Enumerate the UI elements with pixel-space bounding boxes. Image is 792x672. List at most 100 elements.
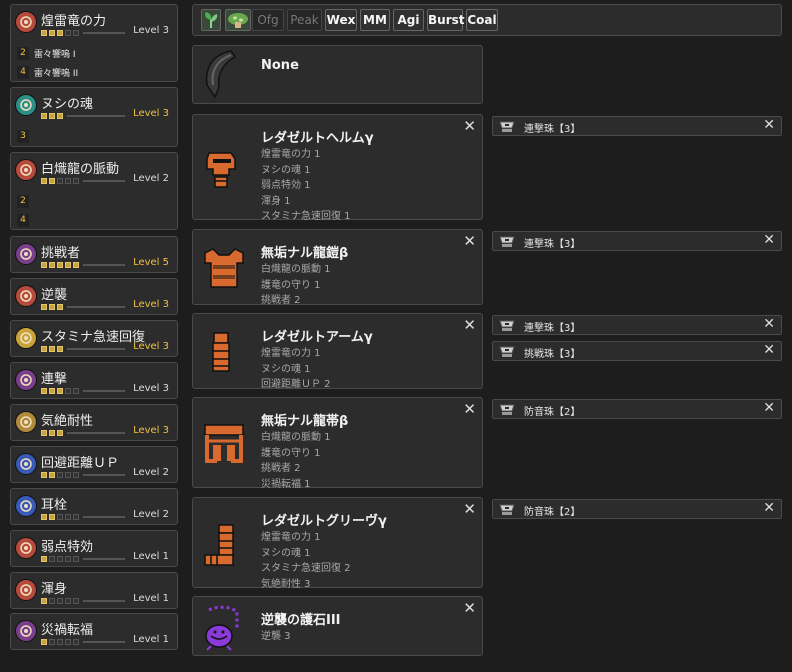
- level-pip: [41, 178, 47, 184]
- level-pip: [49, 262, 55, 268]
- level-pip: [49, 430, 55, 436]
- remove-decoration-button[interactable]: ✕: [763, 343, 775, 358]
- remove-armor-button[interactable]: ✕: [463, 601, 476, 616]
- armor-card[interactable]: レダゼルトグリーヴγ 煌雷竜の力 1 ヌシの魂 1 スタミナ急速回復 2 気絶耐性 3…: [192, 497, 483, 590]
- decoration-slot[interactable]: 防音珠【2】 ✕: [492, 499, 782, 519]
- level-pip: [41, 113, 47, 119]
- armor-card[interactable]: レダゼルトヘルムγ 煌雷竜の力 1 ヌシの魂 1 弱点特効 1 渾身 1 スタミナ急速回…: [192, 114, 483, 222]
- skill-card[interactable]: 白熾龍の脈動 Level 2 2 4: [10, 152, 178, 230]
- level-pip: [49, 346, 55, 352]
- armor-card[interactable]: 無垢ナル龍鎧β 白熾龍の脈動 1 護竜の守り 1 挑戦者 2 ✕: [192, 229, 483, 306]
- level-bar-track: [83, 641, 125, 643]
- filter-button-peak[interactable]: Peak: [287, 9, 322, 31]
- decoration-slot[interactable]: 防音珠【2】 ✕: [492, 399, 782, 419]
- level-pip: [57, 346, 63, 352]
- skill-level-label: Level 2: [133, 467, 169, 478]
- decoration-slot[interactable]: 挑戦珠【3】 ✕: [492, 341, 782, 361]
- filter-button-mm[interactable]: MM: [360, 9, 390, 31]
- decoration-slot-size: 4: [17, 65, 29, 79]
- skill-level-label: Level 3: [133, 341, 169, 352]
- remove-decoration-button[interactable]: ✕: [763, 317, 775, 332]
- level-pip: [73, 262, 79, 268]
- armor-card[interactable]: 無垢ナル龍帯β 白熾龍の脈動 1 護竜の守り 1 挑戦者 2 災禍転福 1 ✕: [192, 397, 483, 490]
- level-pip: [73, 556, 79, 562]
- remove-armor-button[interactable]: ✕: [463, 119, 476, 134]
- decoration-slot[interactable]: 連撃珠【3】 ✕: [492, 315, 782, 335]
- level-pip: [65, 262, 71, 268]
- level-pip: [57, 430, 63, 436]
- skill-card[interactable]: 渾身 Level 1: [10, 572, 178, 609]
- remove-decoration-button[interactable]: ✕: [763, 233, 775, 248]
- armor-name: レダゼルトヘルムγ: [261, 131, 374, 146]
- boot-icon: [15, 495, 37, 517]
- toolbar: Ofg Peak Wex MM Agi Burst Coal: [192, 4, 782, 36]
- level-pip: [65, 556, 71, 562]
- armor-skill: 挑戦者 2: [261, 295, 301, 306]
- level-bar-track: [67, 348, 125, 350]
- charm-icon: [201, 604, 247, 658]
- chest-icon: [201, 245, 247, 295]
- fist-icon: [15, 537, 37, 559]
- filter-button-ofg[interactable]: Ofg: [252, 9, 284, 31]
- plant-icon[interactable]: [201, 9, 221, 31]
- decoration-name: 雷々響嗚 II: [34, 68, 79, 79]
- decoration-name: 挑戦珠【3】: [524, 349, 581, 360]
- skill-name: スタミナ急速回復: [41, 330, 146, 345]
- filter-button-agi[interactable]: Agi: [393, 9, 424, 31]
- level-pip: [57, 30, 63, 36]
- level-pip: [49, 598, 55, 604]
- level-pip: [65, 514, 71, 520]
- level-pip: [57, 388, 63, 394]
- level-pip: [49, 556, 55, 562]
- level-bar-track: [83, 516, 125, 518]
- level-pip: [65, 472, 71, 478]
- filter-button-wex[interactable]: Wex: [325, 9, 357, 31]
- armor-card[interactable]: 逆襲の護石III 逆襲 3 ✕: [192, 596, 483, 656]
- level-pip: [57, 514, 63, 520]
- level-pip: [41, 430, 47, 436]
- mushroom-icon[interactable]: [225, 9, 251, 31]
- skill-card[interactable]: スタミナ急速回復 Level 3: [10, 320, 178, 357]
- armor-card[interactable]: レダゼルトアームγ 煌雷竜の力 1 ヌシの魂 1 回避距離ＵＰ 2 ✕: [192, 313, 483, 390]
- skill-card[interactable]: 回避距離ＵＰ Level 2: [10, 446, 178, 483]
- skill-decoration-row: 2 雷々響嗚 I: [17, 45, 76, 61]
- armor-skill: 護竜の守り 1: [261, 447, 321, 459]
- decoration-slot[interactable]: 連撃珠【3】 ✕: [492, 116, 782, 136]
- remove-decoration-button[interactable]: ✕: [763, 501, 775, 516]
- decoration-name: 雷々響嗚 I: [34, 49, 76, 60]
- decoration-name: 防音珠【2】: [524, 407, 581, 418]
- armor-skill: 煌雷竜の力 1: [261, 149, 321, 160]
- remove-armor-button[interactable]: ✕: [463, 402, 476, 417]
- skill-card[interactable]: 耳栓 Level 2: [10, 488, 178, 525]
- armor-name: 無垢ナル龍帯β: [261, 414, 349, 429]
- skill-card[interactable]: 連撃 Level 3: [10, 362, 178, 399]
- skill-card[interactable]: ヌシの魂 Level 3 3: [10, 87, 178, 147]
- level-pip: [49, 304, 55, 310]
- skill-card[interactable]: 災禍転福 Level 1: [10, 613, 178, 650]
- remove-armor-button[interactable]: ✕: [463, 318, 476, 333]
- filter-button-coal[interactable]: Coal: [466, 9, 498, 31]
- remove-armor-button[interactable]: ✕: [463, 234, 476, 249]
- filter-button-burst[interactable]: Burst: [427, 9, 465, 31]
- skill-card[interactable]: 気絶耐性 Level 3: [10, 404, 178, 441]
- skill-decoration-row: 3: [17, 128, 34, 144]
- level-pip: [57, 598, 63, 604]
- level-bar-track: [83, 474, 125, 476]
- armor-skill: 逆襲 3: [261, 631, 291, 642]
- decoration-name: 防音珠【2】: [524, 507, 581, 518]
- remove-decoration-button[interactable]: ✕: [763, 118, 775, 133]
- skill-name: 渾身: [41, 582, 68, 597]
- remove-decoration-button[interactable]: ✕: [763, 401, 775, 416]
- fist-icon: [15, 285, 37, 307]
- level-pip: [57, 472, 63, 478]
- level-pip: [65, 388, 71, 394]
- weapon-card[interactable]: None: [192, 45, 483, 104]
- skill-card[interactable]: 煌雷竜の力 Level 3 2 雷々響嗚 I 4 雷々響嗚 II: [10, 4, 178, 82]
- remove-armor-button[interactable]: ✕: [463, 502, 476, 517]
- level-pip: [57, 178, 63, 184]
- decoration-slot[interactable]: 連撃珠【3】 ✕: [492, 231, 782, 251]
- level-pip: [49, 178, 55, 184]
- skill-card[interactable]: 弱点特効 Level 1: [10, 530, 178, 567]
- skill-card[interactable]: 逆襲 Level 3: [10, 278, 178, 315]
- skill-card[interactable]: 挑戦者 Level 5: [10, 236, 178, 273]
